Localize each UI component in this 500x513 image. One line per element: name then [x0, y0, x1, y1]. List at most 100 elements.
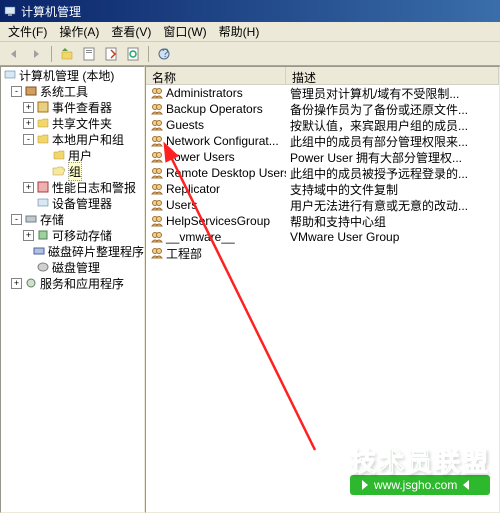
list-row[interactable]: Administrators管理员对计算机/域有不受限制...: [146, 85, 499, 101]
list-row[interactable]: Guests 按默认值，来宾跟用户组的成员...: [146, 117, 499, 133]
list-desc: VMware User Group: [286, 230, 499, 244]
refresh-icon[interactable]: [123, 44, 143, 64]
triangle-icon: [463, 480, 469, 490]
tree-label: 本地用户和组: [52, 131, 124, 148]
expand-icon[interactable]: +: [23, 102, 34, 113]
tree-defrag[interactable]: 磁盘碎片整理程序: [1, 243, 144, 259]
tree-dev-mgr[interactable]: 设备管理器: [1, 195, 144, 211]
window-title: 计算机管理: [21, 3, 497, 20]
triangle-icon: [362, 480, 368, 490]
export-icon[interactable]: [101, 44, 121, 64]
collapse-icon[interactable]: -: [23, 134, 34, 145]
tree-label: 性能日志和警报: [52, 179, 136, 196]
expand-icon[interactable]: +: [23, 118, 34, 129]
group-icon: [150, 134, 164, 148]
list-row[interactable]: __vmware__ VMware User Group: [146, 229, 499, 245]
col-name[interactable]: 名称: [146, 67, 286, 84]
tree-label: 事件查看器: [52, 99, 112, 116]
back-icon[interactable]: [4, 44, 24, 64]
perf-icon: [36, 180, 50, 194]
event-icon: [36, 100, 50, 114]
list-row[interactable]: Replicator支持域中的文件复制: [146, 181, 499, 197]
tree-label: 设备管理器: [52, 195, 112, 212]
menu-help[interactable]: 帮助(H): [213, 21, 266, 42]
list-desc: 此组中的成员有部分管理权限来...: [286, 133, 499, 150]
device-icon: [36, 196, 50, 210]
list-row[interactable]: Network Configurat... 此组中的成员有部分管理权限来...: [146, 133, 499, 149]
help-icon[interactable]: ?: [154, 44, 174, 64]
toolbar-sep: [51, 46, 52, 62]
tree-root[interactable]: 计算机管理 (本地): [1, 67, 144, 83]
collapse-icon[interactable]: -: [11, 86, 22, 97]
list-name: Remote Desktop Users: [166, 166, 286, 180]
list-name: Guests: [166, 118, 204, 132]
computer-icon: [3, 68, 17, 82]
list-name: 工程部: [166, 245, 202, 262]
tree-label: 系统工具: [40, 83, 88, 100]
properties-icon[interactable]: [79, 44, 99, 64]
list-row[interactable]: HelpServicesGroup帮助和支持中心组: [146, 213, 499, 229]
watermark-text: 技术员联盟: [350, 442, 490, 479]
tree-label: 磁盘碎片整理程序: [48, 243, 144, 260]
app-icon: [3, 4, 17, 18]
menu-view[interactable]: 查看(V): [105, 21, 157, 42]
tree-label: 服务和应用程序: [40, 275, 124, 292]
collapse-icon[interactable]: -: [11, 214, 22, 225]
tree-disk-mgmt[interactable]: 磁盘管理: [1, 259, 144, 275]
menu-action[interactable]: 操作(A): [53, 21, 105, 42]
tree-local-users[interactable]: - 本地用户和组: [1, 131, 144, 147]
list-row[interactable]: Backup Operators备份操作员为了备份或还原文件...: [146, 101, 499, 117]
expand-icon[interactable]: +: [23, 182, 34, 193]
list-row[interactable]: Remote Desktop Users此组中的成员被授予远程登录的...: [146, 165, 499, 181]
menu-bar: 文件(F) 操作(A) 查看(V) 窗口(W) 帮助(H): [0, 22, 500, 42]
list-desc: 按默认值，来宾跟用户组的成员...: [286, 117, 499, 134]
disk-icon: [36, 260, 50, 274]
tree-groups[interactable]: 组: [1, 163, 144, 179]
toolbar: ?: [0, 42, 500, 66]
watermark-url: www.jsgho.com: [374, 478, 457, 492]
tree-event-viewer[interactable]: + 事件查看器: [1, 99, 144, 115]
tree-label: 磁盘管理: [52, 259, 100, 276]
menu-window[interactable]: 窗口(W): [157, 21, 212, 42]
list-row[interactable]: 工程部: [146, 245, 499, 261]
tree-label: 计算机管理 (本地): [19, 67, 114, 84]
list-row[interactable]: Power UsersPower User 拥有大部分管理权...: [146, 149, 499, 165]
tree-services[interactable]: + 服务和应用程序: [1, 275, 144, 291]
menu-file[interactable]: 文件(F): [2, 21, 53, 42]
group-icon: [150, 214, 164, 228]
storage-icon: [24, 212, 38, 226]
expand-icon[interactable]: +: [11, 278, 22, 289]
list-name: Users: [166, 198, 197, 212]
defrag-icon: [32, 244, 46, 258]
folder-icon: [36, 132, 50, 146]
tools-icon: [24, 84, 38, 98]
tree-perf-logs[interactable]: + 性能日志和警报: [1, 179, 144, 195]
list-desc: 管理员对计算机/域有不受限制...: [286, 85, 499, 102]
tree-shared-folders[interactable]: + 共享文件夹: [1, 115, 144, 131]
services-icon: [24, 276, 38, 290]
tree-label: 共享文件夹: [52, 115, 112, 132]
group-icon: [150, 182, 164, 196]
list-row[interactable]: Users用户无法进行有意或无意的改动...: [146, 197, 499, 213]
col-desc[interactable]: 描述: [286, 67, 499, 84]
tree-removable[interactable]: + 可移动存储: [1, 227, 144, 243]
list-name: HelpServicesGroup: [166, 214, 270, 228]
tree-label: 可移动存储: [52, 227, 112, 244]
folder-open-icon: [52, 164, 66, 178]
group-icon: [150, 246, 164, 260]
svg-text:?: ?: [162, 47, 169, 60]
list-name: __vmware__: [166, 230, 235, 244]
expand-icon[interactable]: +: [23, 230, 34, 241]
window-title-bar: 计算机管理: [0, 0, 500, 22]
forward-icon[interactable]: [26, 44, 46, 64]
group-icon: [150, 198, 164, 212]
tree-panel[interactable]: 计算机管理 (本地) - 系统工具 + 事件查看器 + 共享文件夹 - 本地用户…: [0, 66, 145, 513]
tree-sys-tools[interactable]: - 系统工具: [1, 83, 144, 99]
removable-icon: [36, 228, 50, 242]
list-name: Network Configurat...: [166, 134, 279, 148]
up-icon[interactable]: [57, 44, 77, 64]
tree-storage[interactable]: - 存储: [1, 211, 144, 227]
group-icon: [150, 86, 164, 100]
watermark: 技术员联盟 www.jsgho.com: [350, 442, 490, 495]
group-icon: [150, 166, 164, 180]
